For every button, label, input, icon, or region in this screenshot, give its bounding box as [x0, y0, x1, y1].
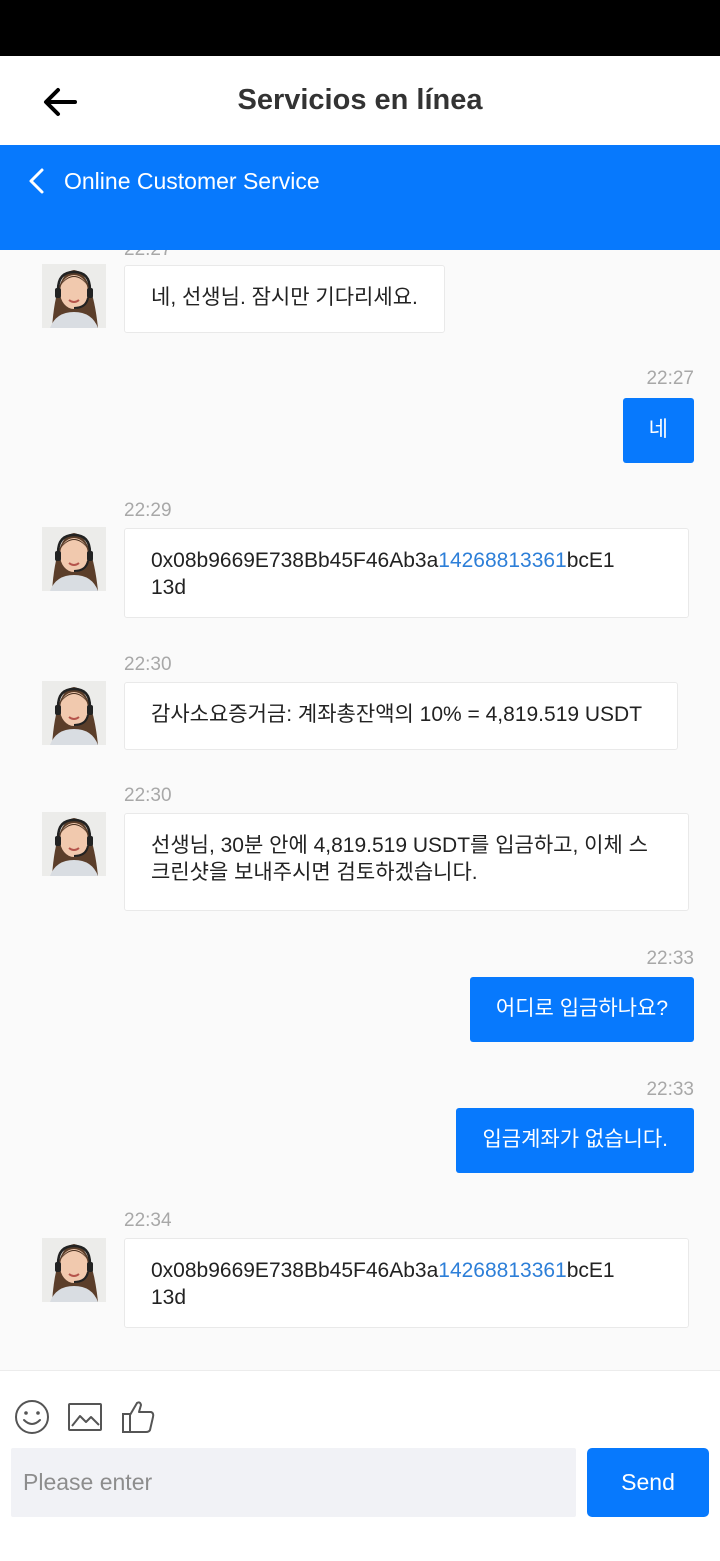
message-bubble-agent: 감사소요증거금: 계좌총잔액의 10% = 4,819.519 USDT	[124, 682, 678, 750]
service-title: Online Customer Service	[64, 168, 320, 194]
like-button[interactable]	[118, 1397, 158, 1437]
message-line: 선생님, 30분 안에 4,819.519 USDT를 입금하고, 이체 스	[151, 834, 648, 857]
message-time: 22:29	[124, 500, 172, 521]
service-bar: Online Customer Service	[0, 145, 720, 250]
message-time: 22:34	[124, 1210, 172, 1231]
message-bubble-user: 입금계좌가 없습니다.	[456, 1108, 694, 1173]
send-button[interactable]: Send	[587, 1448, 709, 1517]
app-header: Servicios en línea	[0, 56, 720, 145]
emoji-button[interactable]	[12, 1397, 52, 1437]
message-input[interactable]	[11, 1448, 576, 1517]
message-time: 22:30	[124, 654, 172, 675]
message-time: 22:30	[124, 785, 172, 806]
status-bar	[0, 0, 720, 56]
composer: Send	[0, 1370, 720, 1561]
agent-avatar	[42, 812, 106, 876]
back-button[interactable]	[40, 82, 80, 122]
address-text: 13d	[151, 576, 187, 599]
chevron-left-icon[interactable]	[26, 167, 50, 195]
image-button[interactable]	[65, 1397, 105, 1437]
agent-avatar	[42, 527, 106, 591]
agent-avatar	[42, 264, 106, 328]
address-text: bcE1	[566, 549, 615, 572]
address-link[interactable]: 14268813361	[438, 1259, 566, 1282]
message-bubble-agent: 선생님, 30분 안에 4,819.519 USDT를 입금하고, 이체 스크린…	[124, 813, 689, 911]
message-bubble-user: 어디로 입금하나요?	[469, 977, 694, 1042]
smiley-icon	[15, 1400, 49, 1434]
chat-area[interactable]: 22:27 네, 선생님. 잠시만 기다리세요. 22:27 네 22:29	[0, 250, 720, 1370]
address-text: 0x08b9669E738Bb45F46Ab3a	[151, 1259, 439, 1282]
agent-avatar	[42, 681, 106, 745]
message-time: 22:33	[646, 1079, 694, 1100]
address-link[interactable]: 14268813361	[438, 549, 566, 572]
message-bubble-agent: 0x08b9669E738Bb45F46Ab3a14268813361bcE1 1…	[124, 528, 689, 618]
message-line: 크린샷을 보내주시면 검토하겠습니다.	[151, 861, 478, 884]
message-bubble-agent: 네, 선생님. 잠시만 기다리세요.	[124, 265, 445, 333]
message-bubble-user: 네	[622, 398, 694, 463]
address-text: bcE1	[566, 1259, 615, 1282]
address-text: 13d	[151, 1286, 187, 1309]
thumbs-up-icon	[122, 1401, 155, 1433]
message-bubble-agent: 0x08b9669E738Bb45F46Ab3a14268813361bcE1 1…	[124, 1238, 689, 1328]
message-time: 22:33	[646, 948, 694, 969]
page-title: Servicios en línea	[237, 84, 483, 116]
message-time: 22:27	[646, 368, 694, 389]
agent-avatar	[42, 1238, 106, 1302]
image-icon	[68, 1403, 102, 1431]
address-text: 0x08b9669E738Bb45F46Ab3a	[151, 549, 439, 572]
message-time: 22:27	[124, 250, 172, 261]
arrow-left-icon	[44, 88, 77, 116]
